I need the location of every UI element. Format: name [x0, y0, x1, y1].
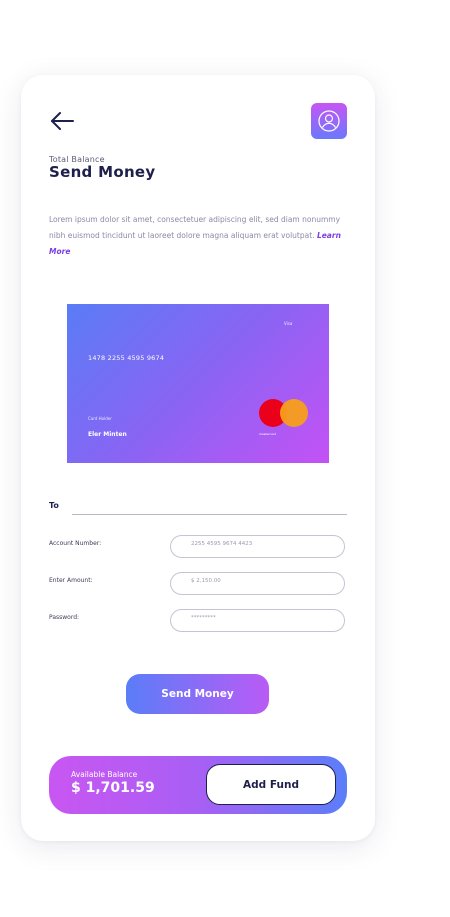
back-button[interactable]: [49, 111, 75, 131]
card-brand: Visa: [284, 321, 293, 326]
arrow-left-icon: [51, 112, 74, 130]
amount-label: Enter Amount:: [49, 577, 93, 584]
card-holder-label: Card Holder: [88, 416, 112, 421]
mastercard-logo-icon-overlap: [280, 399, 308, 427]
amount-input[interactable]: $ 2,150.00: [170, 572, 345, 595]
balance-bar: Available Balance $ 1,701.59 Add Fund: [49, 756, 347, 814]
available-balance-label: Available Balance: [71, 770, 138, 779]
send-money-screen: Total Balance Send Money Lorem ipsum dol…: [21, 75, 375, 841]
send-money-button[interactable]: Send Money: [126, 674, 269, 714]
add-fund-button[interactable]: Add Fund: [206, 764, 336, 805]
password-label: Password:: [49, 614, 80, 621]
intro-paragraph: Lorem ipsum dolor sit amet, consectetuer…: [49, 212, 349, 260]
available-balance-value: $ 1,701.59: [71, 780, 155, 796]
password-input[interactable]: *********: [170, 609, 345, 632]
intro-text: Lorem ipsum dolor sit amet, consectetuer…: [49, 215, 341, 240]
recipient-input[interactable]: [72, 514, 347, 515]
to-label: To: [49, 501, 59, 510]
page-title: Send Money: [49, 163, 156, 181]
bank-card[interactable]: Visa 1478 2255 4595 9674 Card Holder Ele…: [67, 304, 329, 463]
account-number-input[interactable]: 2255 4595 9674 4423: [170, 535, 345, 558]
card-network-label: mastercard: [259, 432, 277, 436]
user-circle-icon: [318, 110, 340, 132]
card-number: 1478 2255 4595 9674: [88, 354, 165, 362]
account-number-label: Account Number:: [49, 540, 102, 547]
card-holder-name: Eler Minten: [88, 431, 127, 438]
profile-button[interactable]: [311, 103, 347, 139]
